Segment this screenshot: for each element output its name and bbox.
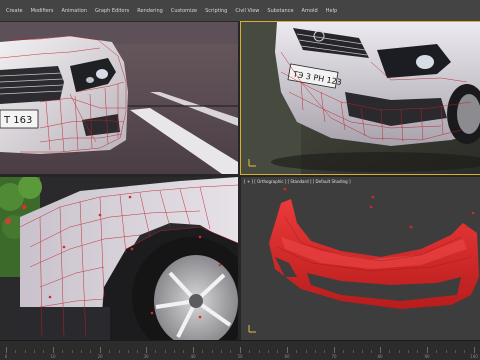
menu-graph-editors[interactable]: Graph Editors [91, 8, 133, 14]
timeline-minor-tick [155, 350, 156, 353]
timeline-tick-label: 30 [143, 354, 149, 359]
menu-customize[interactable]: Customize [167, 8, 201, 14]
viewport-label[interactable]: [ + ] [ Orthographic ] [ Standard ] [ De… [244, 179, 351, 184]
timeline-minor-tick [165, 350, 166, 353]
timeline-minor-tick [324, 350, 325, 353]
timeline-minor-tick [417, 350, 418, 353]
menu-bar: Create Modifiers Animation Graph Editors… [0, 0, 480, 22]
reference-photo-front: T 163 [0, 22, 238, 174]
timeline-major-tick [334, 347, 335, 353]
timeline-minor-tick [464, 350, 465, 353]
timeline-tick-label: 20 [97, 354, 103, 359]
timeline-major-tick [427, 347, 428, 353]
timeline-major-tick [100, 347, 101, 353]
menu-scripting[interactable]: Scripting [201, 8, 231, 14]
timeline-minor-tick [81, 350, 82, 353]
plate-text-tl: T 163 [3, 115, 32, 126]
bumper-mesh [269, 187, 479, 309]
timeline-minor-tick [446, 350, 447, 353]
timeline-minor-tick [137, 350, 138, 353]
timeline-minor-tick [343, 350, 344, 353]
viewport-top-right[interactable]: ТЭ 3 РН 123 [240, 21, 480, 175]
menu-substance[interactable]: Substance [263, 8, 297, 14]
timeline-minor-tick [43, 350, 44, 353]
timeline-major-tick [240, 347, 241, 353]
viewport-top-left[interactable]: T 163 [0, 22, 238, 174]
timeline-major-tick [193, 347, 194, 353]
timeline-minor-tick [455, 350, 456, 353]
timeline-minor-tick [362, 350, 363, 353]
timeline[interactable]: 0 10 20 30 40 50 60 70 80 90 100 [0, 340, 480, 360]
menu-arnold[interactable]: Arnold [298, 8, 322, 14]
timeline-major-tick [146, 347, 147, 353]
menu-modifiers[interactable]: Modifiers [27, 8, 58, 14]
reference-photo-wheel [0, 177, 238, 340]
timeline-minor-tick [230, 350, 231, 353]
timeline-minor-tick [249, 350, 250, 353]
timeline-tick-label: 100 [470, 354, 478, 359]
menu-help[interactable]: Help [322, 8, 341, 14]
timeline-major-tick [474, 347, 475, 353]
menu-rendering[interactable]: Rendering [133, 8, 167, 14]
timeline-minor-tick [109, 350, 110, 353]
timeline-minor-tick [202, 350, 203, 353]
timeline-minor-tick [268, 350, 269, 353]
timeline-minor-tick [128, 350, 129, 353]
timeline-minor-tick [25, 350, 26, 353]
timeline-tick-label: 0 [4, 354, 8, 359]
timeline-minor-tick [119, 350, 120, 353]
reference-photo-three-quarter: ТЭ 3 РН 123 [241, 22, 480, 174]
timeline-major-tick [53, 347, 54, 353]
timeline-ruler[interactable]: 0 10 20 30 40 50 60 70 80 90 100 [4, 343, 478, 359]
timeline-major-tick [380, 347, 381, 353]
timeline-minor-tick [277, 350, 278, 353]
timeline-minor-tick [408, 350, 409, 353]
timeline-tick-label: 50 [237, 354, 243, 359]
axis-gizmo-icon [248, 159, 256, 167]
timeline-tick-label: 80 [377, 354, 383, 359]
timeline-tick-label: 90 [424, 354, 430, 359]
timeline-minor-tick [212, 350, 213, 353]
timeline-tick-label: 70 [331, 354, 337, 359]
timeline-minor-tick [62, 350, 63, 353]
timeline-minor-tick [389, 350, 390, 353]
timeline-minor-tick [353, 350, 354, 353]
timeline-minor-tick [436, 350, 437, 353]
timeline-minor-tick [371, 350, 372, 353]
timeline-minor-tick [296, 350, 297, 353]
timeline-minor-tick [221, 350, 222, 353]
timeline-tick-label: 60 [284, 354, 290, 359]
timeline-minor-tick [259, 350, 260, 353]
menu-civil-view[interactable]: Civil View [231, 8, 263, 14]
axis-gizmo-icon [248, 325, 256, 333]
menu-animation[interactable]: Animation [57, 8, 91, 14]
timeline-minor-tick [15, 350, 16, 353]
timeline-minor-tick [174, 350, 175, 353]
timeline-minor-tick [90, 350, 91, 353]
timeline-minor-tick [315, 350, 316, 353]
timeline-major-tick [6, 347, 7, 353]
timeline-minor-tick [399, 350, 400, 353]
timeline-tick-label: 10 [50, 354, 56, 359]
menu-create[interactable]: Create [2, 8, 27, 14]
timeline-minor-tick [183, 350, 184, 353]
timeline-minor-tick [72, 350, 73, 353]
viewport-bottom-right[interactable]: [ + ] [ Orthographic ] [ Standard ] [ De… [241, 177, 480, 340]
timeline-major-tick [287, 347, 288, 353]
timeline-minor-tick [34, 350, 35, 353]
timeline-tick-label: 40 [190, 354, 196, 359]
viewport-bottom-left[interactable] [0, 177, 238, 340]
timeline-minor-tick [306, 350, 307, 353]
